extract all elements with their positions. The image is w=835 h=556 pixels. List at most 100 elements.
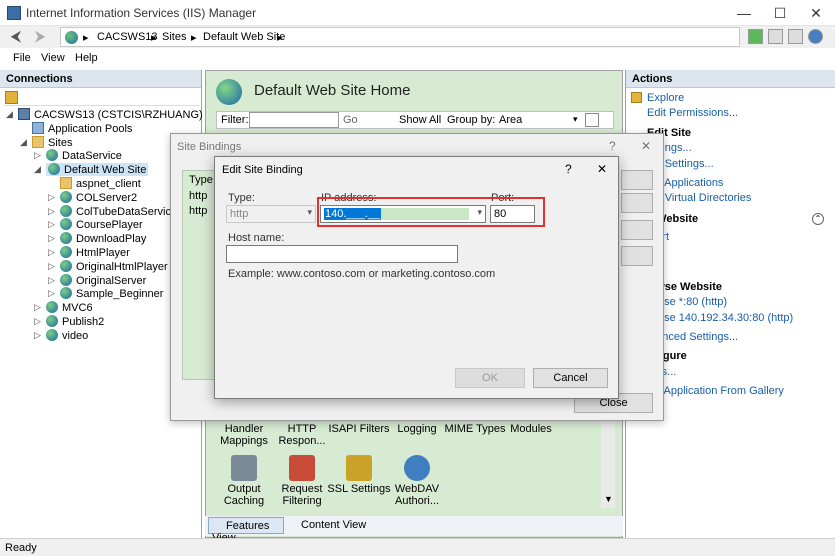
tree-item-label: Default Web Site [64,164,147,177]
connect-icon[interactable] [5,91,18,104]
type-select[interactable]: http ▾ [226,205,316,223]
view-mode-icon[interactable] [585,113,599,127]
breadcrumb-separator: ▸ [151,32,157,44]
status-bar: Ready [0,538,835,556]
menu-view[interactable]: View [41,52,65,64]
server-icon [18,108,30,120]
tree-expander-icon[interactable]: ▷ [48,247,55,258]
tree-item[interactable]: OriginalHtmlPlayer [60,259,168,273]
breadcrumb-server[interactable]: CACSWS13 [97,31,158,43]
show-all-button[interactable]: Show All [399,114,441,126]
tree-expander-icon[interactable]: ▷ [48,261,55,272]
tree-expander-icon[interactable]: ▷ [34,330,41,341]
tree-item[interactable]: COLServer2 [60,190,137,204]
stop-icon[interactable] [768,29,783,44]
forward-arrow-icon[interactable]: ⮞ [30,28,50,46]
tree-expander-icon[interactable]: ◢ [34,164,41,175]
output-caching-icon[interactable] [231,455,257,481]
tree-item-label: ColTubeDataService [76,205,178,218]
tree-item[interactable]: MVC6 [46,301,93,314]
globe-icon [46,315,58,327]
site-bindings-help-icon[interactable]: ? [609,139,616,153]
tree-expander-icon[interactable]: ▷ [48,219,55,230]
globe-icon [60,287,72,300]
binding-row[interactable]: http [189,190,207,202]
binding-row[interactable]: http [189,205,207,217]
host-name-label: Host name: [228,232,285,244]
tree-item[interactable]: Application Pools [32,121,132,135]
tree-item[interactable]: HtmlPlayer [60,246,130,259]
close-window-button[interactable]: ✕ [793,0,835,26]
tree-item[interactable]: video [46,328,88,342]
tree-item[interactable]: ColTubeDataService [60,204,178,218]
tab-content-view[interactable]: Content View [287,519,366,531]
host-name-input[interactable] [226,245,458,263]
breadcrumb-default-web-site[interactable]: Default Web Site [203,31,285,43]
menu-file[interactable]: File [13,52,31,64]
tree-item-label: CACSWS13 (CSTCIS\RZHUANG) [34,109,203,121]
refresh-icon[interactable] [748,29,763,44]
tree-expander-icon[interactable]: ▷ [48,288,55,299]
filter-bar: Filter: Go Show All Group by: Area ▾ [216,111,614,129]
tree-item[interactable]: CoursePlayer [60,218,143,231]
site-bindings-title: Site Bindings [177,141,242,153]
tree-item[interactable]: CACSWS13 (CSTCIS\RZHUANG) [18,108,203,121]
action-link[interactable]: ...ll Application From Gallery [647,385,784,397]
tree-item-label: MVC6 [62,302,93,315]
tree-expander-icon[interactable]: ◢ [20,137,27,148]
filter-label: Filter: [221,114,249,126]
edit-binding-close-icon[interactable]: ✕ [597,162,607,176]
action-link[interactable]: Edit Permissions... [647,107,738,119]
tree-item[interactable]: Sites [32,135,72,149]
action-link[interactable]: ...wse 140.192.34.30:80 (http) [647,312,793,324]
back-arrow-icon[interactable]: ⮜ [6,28,26,46]
tree-expander-icon[interactable]: ◢ [6,109,13,120]
tree-item[interactable]: Publish2 [46,315,104,328]
tree-expander-icon[interactable]: ▷ [48,275,55,286]
tree-expander-icon[interactable]: ▷ [34,316,41,327]
browse-binding-button[interactable] [621,246,653,266]
tab-features-view[interactable]: Features View [208,517,284,544]
tree-item[interactable]: aspnet_client [60,177,141,190]
help-icon[interactable] [808,29,823,44]
tree-expander-icon[interactable]: ▷ [34,302,41,313]
tree-item-label: aspnet_client [76,178,141,190]
collapse-icon[interactable]: ⌃ [812,213,824,225]
edit-binding-button[interactable] [621,193,653,213]
site-bindings-close-icon[interactable]: ✕ [641,139,651,153]
tree-item[interactable]: Default Web Site [46,163,149,177]
breadcrumb[interactable]: ▸ CACSWS13 ▸ Sites ▸ Default Web Site ▸ [60,27,740,47]
tree-expander-icon[interactable]: ▷ [48,233,55,244]
tree-item[interactable]: DownloadPlay [60,232,146,245]
tree-expander-icon[interactable]: ▷ [48,206,55,217]
remove-binding-button[interactable] [621,220,653,240]
home-icon[interactable] [788,29,803,44]
globe-icon [60,204,72,217]
feature-item[interactable]: WebDAV Authori... [382,483,452,507]
edit-binding-help-icon[interactable]: ? [565,162,572,176]
tree-expander-icon[interactable]: ▷ [34,150,41,161]
go-button[interactable]: Go [343,114,358,126]
tree-item[interactable]: DataService [46,149,122,162]
tree-item[interactable]: Sample_Beginner [60,287,163,300]
filter-input[interactable] [249,112,339,128]
group-by-select[interactable]: Area [499,114,522,126]
scroll-down-icon[interactable]: ▼ [604,494,613,504]
breadcrumb-sites[interactable]: Sites [162,31,186,43]
action-link[interactable]: Explore [647,92,684,104]
webdav-icon[interactable] [404,455,430,481]
request-filtering-icon[interactable] [289,455,315,481]
page-title: Default Web Site Home [254,82,411,99]
column-type-header: Type [189,174,213,186]
ssl-lock-icon[interactable] [346,455,372,481]
menu-help[interactable]: Help [75,52,98,64]
chevron-down-icon[interactable]: ▾ [573,114,578,125]
ok-button[interactable]: OK [455,368,525,388]
cancel-button[interactable]: Cancel [533,368,608,388]
add-binding-button[interactable] [621,170,653,190]
tree-item[interactable]: OriginalServer [60,273,146,287]
scrollbar[interactable]: ▼ [601,416,615,508]
tree-expander-icon[interactable]: ▷ [48,192,55,203]
feature-item[interactable]: Modules [496,423,566,435]
globe-icon [46,328,58,341]
